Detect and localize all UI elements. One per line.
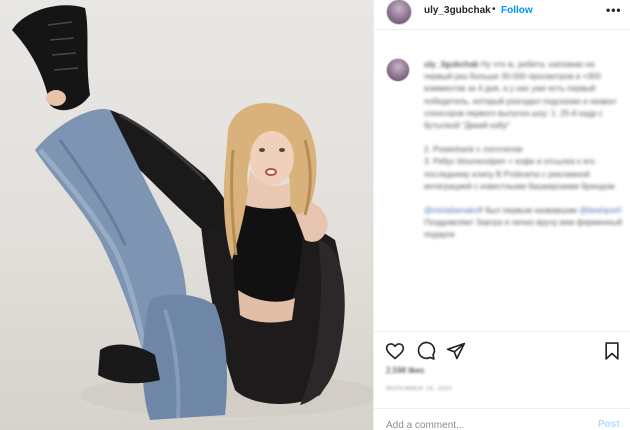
post-date[interactable]: NOVEMBER 18, 2020 — [386, 386, 452, 392]
post-photo[interactable] — [0, 0, 373, 430]
author-avatar[interactable] — [386, 0, 412, 25]
caption-paragraph-2: 2. Powerbank с логотипом — [424, 145, 523, 155]
post-side-panel: uly_3gubchak • Follow ••• uly_3gubchak Н… — [373, 0, 630, 430]
caption-paragraph-5: Поздравляю! Завтра я лично вручу вам фир… — [424, 218, 623, 240]
more-options-icon[interactable]: ••• — [606, 3, 622, 17]
caption-mention-text: был первым назвавшим — [484, 206, 577, 216]
caption-paragraph-1: Ну что ж, ребята, напомню на первый раз … — [424, 60, 617, 131]
bookmark-icon[interactable] — [602, 341, 622, 361]
caption-username[interactable]: uly_3gubchak — [424, 60, 479, 69]
share-icon[interactable] — [446, 341, 466, 361]
header-separator: • — [492, 4, 496, 15]
caption-mention-2[interactable]: @beshport! — [579, 206, 621, 215]
likes-count[interactable]: 2,598 likes — [386, 366, 424, 375]
action-bar — [374, 333, 630, 363]
comment-icon[interactable] — [416, 341, 436, 361]
author-username[interactable]: uly_3gubchak — [424, 5, 491, 16]
photo-illustration — [12, 5, 373, 420]
post-comment-button[interactable]: Post — [598, 419, 620, 430]
comment-input[interactable] — [386, 418, 586, 430]
caption-text: uly_3gubchak Ну что ж, ребята, напомню н… — [424, 59, 624, 254]
caption-section: uly_3gubchak Ну что ж, ребята, напомню н… — [374, 30, 630, 332]
caption-paragraph-3: 3. Ребус klounexstpen + кофе и отсылка к… — [424, 157, 615, 191]
follow-button[interactable]: Follow — [501, 5, 533, 16]
heart-icon[interactable] — [385, 341, 405, 361]
caption-avatar[interactable] — [386, 58, 410, 82]
post-header: uly_3gubchak • Follow ••• — [374, 0, 630, 30]
comment-bar: Post — [374, 408, 630, 430]
caption-mention-1[interactable]: @mirialiamakoff — [424, 206, 483, 215]
